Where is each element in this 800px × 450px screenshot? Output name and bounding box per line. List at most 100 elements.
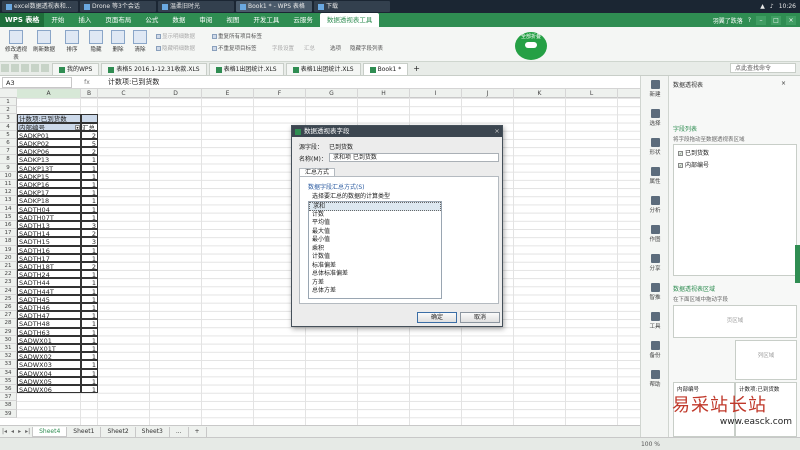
- volume-icon[interactable]: ♪: [770, 3, 774, 10]
- pivot-row-value[interactable]: 2: [81, 229, 98, 238]
- pivot-row-value[interactable]: 1: [81, 286, 98, 295]
- column-header-c[interactable]: C: [98, 89, 150, 98]
- row-header[interactable]: 11: [0, 180, 17, 189]
- pivot-title-cell[interactable]: 计数项:已到货数: [17, 114, 81, 123]
- value-area-item[interactable]: 计数项:已到货数: [736, 383, 796, 395]
- row-area-item[interactable]: 内部编号: [674, 383, 734, 395]
- row-header[interactable]: 13: [0, 196, 17, 205]
- field-list-heading[interactable]: 字段列表: [673, 124, 697, 133]
- pivot-row-label[interactable]: SADTH13: [17, 221, 81, 230]
- formula-input[interactable]: 计数项:已到货数: [102, 77, 159, 87]
- pivot-row-label[interactable]: SADTH17: [17, 253, 81, 262]
- pivot-row-value[interactable]: 1: [81, 335, 98, 344]
- clock[interactable]: 10:26: [779, 3, 796, 10]
- pivot-row-label[interactable]: SADTH15: [17, 237, 81, 246]
- taskbar-window-1[interactable]: Drone 等3个会话: [80, 1, 156, 12]
- side-tool-8[interactable]: 工具: [641, 312, 669, 330]
- next-sheet-icon[interactable]: ▸: [16, 428, 23, 435]
- pivot-row-value[interactable]: 1: [81, 319, 98, 328]
- repeat-labels-button[interactable]: 重复所有项目标签: [212, 32, 262, 40]
- row-header[interactable]: 37: [0, 393, 17, 402]
- row-header[interactable]: 16: [0, 221, 17, 230]
- pivot-row-value[interactable]: 1: [81, 188, 98, 197]
- side-tool-6[interactable]: 分享: [641, 254, 669, 272]
- pivot-row-value[interactable]: 1: [81, 311, 98, 320]
- row-header[interactable]: 18: [0, 237, 17, 246]
- row-header[interactable]: 17: [0, 229, 17, 238]
- hide-details-button[interactable]: 隐藏明细数据: [156, 44, 195, 52]
- row-header[interactable]: 3: [0, 114, 17, 123]
- clear-button[interactable]: 清除: [128, 30, 152, 53]
- pivot-row-label[interactable]: SADTH16: [17, 245, 81, 254]
- options-button[interactable]: 选项: [330, 44, 341, 52]
- row-header[interactable]: 12: [0, 188, 17, 197]
- pivot-row-value[interactable]: 1: [81, 212, 98, 221]
- taskbar-window-2[interactable]: 温柔旧时光: [158, 1, 234, 12]
- field-checkbox-0[interactable]: ✓: [678, 151, 683, 156]
- first-sheet-icon[interactable]: |◂: [0, 428, 9, 435]
- print-icon[interactable]: [21, 64, 29, 72]
- pivot-row-value[interactable]: 1: [81, 294, 98, 303]
- function-option[interactable]: 最大值: [309, 228, 441, 237]
- pivot-row-label[interactable]: SADWX05: [17, 376, 81, 385]
- pivot-row-label[interactable]: SADKP06: [17, 147, 81, 156]
- column-header-j[interactable]: J: [462, 89, 514, 98]
- tab-view[interactable]: 视图: [219, 13, 246, 27]
- function-option[interactable]: 标准偏差: [309, 262, 441, 271]
- row-header[interactable]: 20: [0, 253, 17, 262]
- row-header[interactable]: 36: [0, 385, 17, 394]
- ok-button[interactable]: 确定: [417, 312, 457, 323]
- column-header-f[interactable]: F: [254, 89, 306, 98]
- row-header[interactable]: 27: [0, 311, 17, 320]
- row-header[interactable]: 32: [0, 352, 17, 361]
- pivot-row-label[interactable]: SADWX04: [17, 368, 81, 377]
- doc-tab-book1[interactable]: Book1 *: [362, 63, 409, 75]
- sheet-tab-sheet1[interactable]: Sheet1: [67, 426, 102, 437]
- user-name[interactable]: 羽翼了跌落: [713, 16, 743, 25]
- dialog-titlebar[interactable]: 数据透视表字段 ×: [292, 126, 502, 137]
- function-option[interactable]: 总体标准偏差: [309, 270, 441, 279]
- zoom-level[interactable]: 100 %: [641, 441, 660, 448]
- more-sheets-button[interactable]: ...: [170, 426, 189, 437]
- save-icon[interactable]: [11, 64, 19, 72]
- tab-page-layout[interactable]: 页面布局: [98, 13, 138, 27]
- redo-icon[interactable]: [41, 64, 49, 72]
- function-option[interactable]: 方差: [309, 279, 441, 288]
- row-header[interactable]: 23: [0, 278, 17, 287]
- field-item-1[interactable]: ✓ 内部编号: [674, 160, 796, 169]
- cancel-button[interactable]: 取消: [460, 312, 500, 323]
- side-tool-3[interactable]: 属性: [641, 167, 669, 185]
- no-repeat-labels-button[interactable]: 不重复项目标签: [212, 44, 257, 52]
- row-header[interactable]: 39: [0, 409, 17, 418]
- pivot-row-value[interactable]: 1: [81, 360, 98, 369]
- row-header[interactable]: 5: [0, 130, 17, 139]
- column-header-h[interactable]: H: [358, 89, 410, 98]
- pivot-row-label[interactable]: SADKP18: [17, 196, 81, 205]
- pivot-row-label[interactable]: SADTH44: [17, 278, 81, 287]
- tab-home[interactable]: 开始: [44, 13, 71, 27]
- row-header[interactable]: 19: [0, 245, 17, 254]
- pivot-row-label[interactable]: SADWX06: [17, 385, 81, 394]
- pivot-row-value[interactable]: 1: [81, 155, 98, 164]
- row-header[interactable]: 22: [0, 270, 17, 279]
- function-option[interactable]: 平均值: [309, 219, 441, 228]
- function-option[interactable]: 计数值: [309, 253, 441, 262]
- areas-heading[interactable]: 数据透视表区域: [673, 284, 715, 293]
- row-header[interactable]: 28: [0, 319, 17, 328]
- tab-cloud[interactable]: 云服务: [286, 13, 320, 27]
- help-icon[interactable]: ?: [748, 17, 751, 24]
- row-header[interactable]: 8: [0, 155, 17, 164]
- row-header[interactable]: 6: [0, 139, 17, 148]
- pane-close-icon[interactable]: ×: [781, 80, 786, 87]
- pivot-row-value[interactable]: 1: [81, 180, 98, 189]
- column-area[interactable]: 列区域: [735, 340, 797, 380]
- hide-button[interactable]: 隐藏: [84, 30, 108, 53]
- pane-scroll-handle[interactable]: [795, 245, 800, 283]
- add-sheet-button[interactable]: +: [189, 426, 207, 437]
- row-header[interactable]: 2: [0, 106, 17, 115]
- pivot-row-label[interactable]: SADKP16: [17, 180, 81, 189]
- pivot-row-value[interactable]: 1: [81, 196, 98, 205]
- pivot-row-value[interactable]: 3: [81, 237, 98, 246]
- hide-field-list-button[interactable]: 隐藏字段列表: [350, 44, 383, 52]
- undo-icon[interactable]: [31, 64, 39, 72]
